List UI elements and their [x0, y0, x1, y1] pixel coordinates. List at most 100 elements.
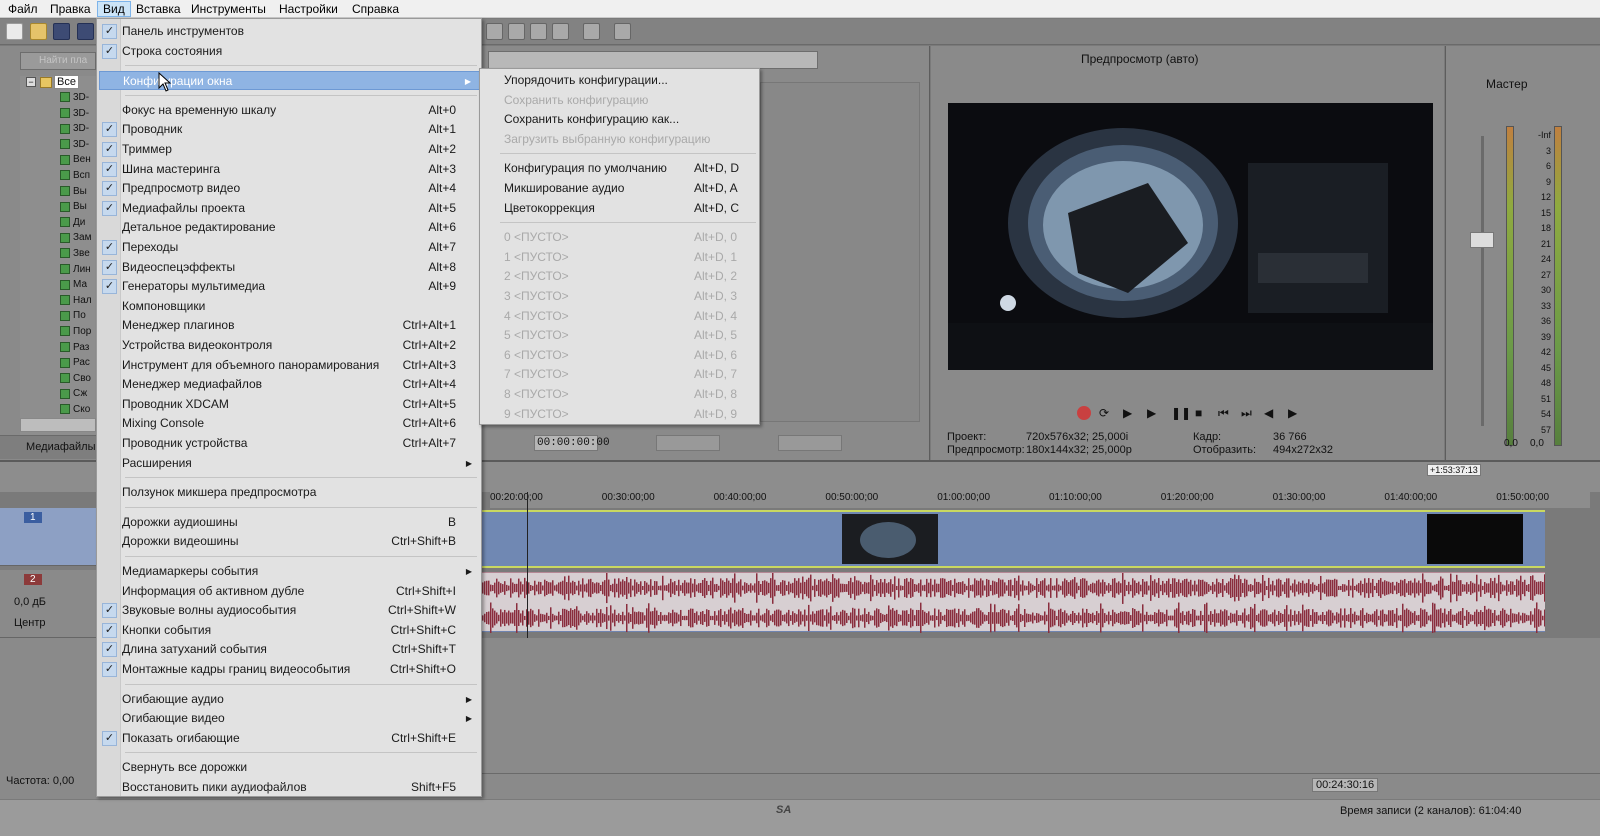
view-menu-item[interactable]: Инструмент для объемного панорамирования…: [99, 356, 480, 375]
envelope-tool-icon[interactable]: [508, 23, 525, 40]
go-to-end-icon[interactable]: ⏭: [1241, 406, 1255, 420]
audio-track-header[interactable]: 2 0,0 дБ Центр: [0, 570, 97, 638]
tree-item[interactable]: Лин: [60, 264, 91, 279]
tree-item[interactable]: 3D-: [60, 139, 89, 154]
tree-item[interactable]: Рас: [60, 357, 90, 372]
view-menu-item[interactable]: Ползунок микшера предпросмотра: [99, 483, 480, 502]
view-menu-item[interactable]: ✓ Строка состояния: [99, 42, 480, 61]
tree-item[interactable]: 3D-: [60, 92, 89, 107]
time-ruler[interactable]: 00:20:00;00 00:30:00;00 00:40:00;00 00:50:0…: [490, 492, 1590, 508]
stop-icon[interactable]: ■: [1195, 406, 1209, 420]
view-menu-item[interactable]: Восстановить пики аудиофайлов Shift+F5: [99, 778, 480, 797]
view-menu-item[interactable]: Менеджер медиафайлов Ctrl+Alt+4: [99, 375, 480, 394]
whats-this-icon[interactable]: [614, 23, 631, 40]
tree-item[interactable]: 3D-: [60, 108, 89, 123]
view-menu-item[interactable]: Устройства видеоконтроля Ctrl+Alt+2: [99, 336, 480, 355]
go-to-start-icon[interactable]: ⏮: [1218, 406, 1232, 420]
tree-item[interactable]: Раз: [60, 342, 89, 357]
zoom-tool-icon[interactable]: [552, 23, 569, 40]
menu-edit[interactable]: Правка: [45, 1, 96, 17]
tree-item[interactable]: Вы: [60, 186, 87, 201]
tree-root[interactable]: − Все: [26, 75, 79, 92]
tree-item[interactable]: По: [60, 310, 86, 325]
view-menu-item[interactable]: ✓ Видеоспецэффекты Alt+8: [99, 258, 480, 277]
view-menu-item[interactable]: Проводник XDCAM Ctrl+Alt+5: [99, 395, 480, 414]
selection-tool-icon[interactable]: [530, 23, 547, 40]
view-menu-item[interactable]: Детальное редактирование Alt+6: [99, 218, 480, 237]
tree-item[interactable]: Сво: [60, 373, 91, 388]
trimmer-dropdown[interactable]: [488, 51, 818, 69]
video-track-header[interactable]: 1: [0, 508, 97, 566]
tree-item[interactable]: Зам: [60, 232, 91, 247]
view-menu-item[interactable]: ✓ Медиафайлы проекта Alt+5: [99, 199, 480, 218]
tab-media[interactable]: Медиафайлы: [26, 441, 95, 453]
loop-icon[interactable]: ⟳: [1099, 406, 1113, 420]
video-event-end[interactable]: [1427, 514, 1523, 564]
menu-settings[interactable]: Настройки: [274, 1, 343, 17]
explorer-scrollbar[interactable]: [20, 418, 96, 432]
save-as-icon[interactable]: [77, 23, 94, 40]
play-icon[interactable]: ▶: [1147, 406, 1161, 420]
properties-icon[interactable]: [583, 23, 600, 40]
menu-view[interactable]: Вид: [97, 1, 131, 17]
view-menu-item[interactable]: ✓ Звуковые волны аудиособытия Ctrl+Shift+W: [99, 601, 480, 620]
tree-item[interactable]: Вен: [60, 154, 91, 169]
window-config-item[interactable]: Конфигурация по умолчанию Alt+D, D: [482, 159, 758, 178]
tree-item[interactable]: Сж: [60, 388, 87, 403]
view-menu-item[interactable]: Проводник устройства Ctrl+Alt+7: [99, 434, 480, 453]
view-menu-item[interactable]: Mixing Console Ctrl+Alt+6: [99, 414, 480, 433]
tree-item[interactable]: Зве: [60, 248, 90, 263]
view-menu-item[interactable]: Расширения ▶: [99, 454, 480, 473]
tree-item[interactable]: Ди: [60, 217, 85, 232]
pause-icon[interactable]: ❚❚: [1171, 406, 1191, 420]
view-menu-item[interactable]: Свернуть все дорожки: [99, 758, 480, 777]
preview-mode-select[interactable]: Предпросмотр (авто): [1081, 52, 1199, 66]
new-project-icon[interactable]: [6, 23, 23, 40]
view-menu-item[interactable]: Дорожки видеошины Ctrl+Shift+B: [99, 532, 480, 551]
view-menu-item[interactable]: ✓ Шина мастеринга Alt+3: [99, 160, 480, 179]
record-icon[interactable]: [1077, 406, 1091, 420]
view-menu-item[interactable]: ✓ Триммер Alt+2: [99, 140, 480, 159]
view-menu-item[interactable]: Дорожки аудиошины B: [99, 513, 480, 532]
view-menu-item[interactable]: Информация об активном дубле Ctrl+Shift+I: [99, 582, 480, 601]
view-menu-item[interactable]: Конфигурации окна ▶: [99, 71, 480, 91]
view-menu-item[interactable]: Огибающие видео ▶: [99, 709, 480, 728]
collapse-icon[interactable]: −: [26, 77, 36, 88]
next-frame-icon[interactable]: ▶: [1288, 406, 1302, 420]
menu-insert[interactable]: Вставка: [131, 1, 186, 17]
menu-help[interactable]: Справка: [347, 1, 404, 17]
view-menu-item[interactable]: ✓ Показать огибающие Ctrl+Shift+E: [99, 729, 480, 748]
view-menu-item[interactable]: ✓ Кнопки события Ctrl+Shift+C: [99, 621, 480, 640]
view-menu-item[interactable]: Фокус на временную шкалу Alt+0: [99, 101, 480, 120]
open-folder-icon[interactable]: [30, 23, 47, 40]
tree-item[interactable]: Ско: [60, 404, 90, 419]
master-fader[interactable]: [1470, 232, 1494, 248]
view-menu-item[interactable]: Менеджер плагинов Ctrl+Alt+1: [99, 316, 480, 335]
menu-file[interactable]: Файл: [3, 1, 43, 17]
previous-frame-icon[interactable]: ◀: [1264, 406, 1278, 420]
window-config-item[interactable]: Цветокоррекция Alt+D, C: [482, 199, 758, 218]
view-menu-item[interactable]: ✓ Длина затуханий события Ctrl+Shift+T: [99, 640, 480, 659]
window-config-item[interactable]: Микширование аудио Alt+D, A: [482, 179, 758, 198]
tree-item[interactable]: Пор: [60, 326, 91, 341]
play-from-start-icon[interactable]: ▶: [1123, 406, 1137, 420]
view-menu-item[interactable]: ✓ Проводник Alt+1: [99, 120, 480, 139]
view-menu-item[interactable]: ✓ Генераторы мультимедиа Alt+9: [99, 277, 480, 296]
view-menu-item[interactable]: ✓ Предпросмотр видео Alt+4: [99, 179, 480, 198]
edit-tool-icon[interactable]: [486, 23, 503, 40]
video-event-thumb[interactable]: [842, 514, 938, 564]
view-menu-item[interactable]: ✓ Монтажные кадры границ видеособытия Ctrl…: [99, 660, 480, 679]
audio-track[interactable]: [480, 572, 1546, 634]
tree-item[interactable]: Вы: [60, 201, 87, 216]
menu-tools[interactable]: Инструменты: [186, 1, 271, 17]
view-menu-item[interactable]: Медиамаркеры события ▶: [99, 562, 480, 581]
tree-item[interactable]: Ма: [60, 279, 87, 294]
view-menu-item[interactable]: Компоновщики: [99, 297, 480, 316]
view-menu-item[interactable]: ✓ Панель инструментов: [99, 22, 480, 41]
explorer-search-input[interactable]: Найти пла: [20, 52, 96, 70]
view-menu-item[interactable]: ✓ Переходы Alt+7: [99, 238, 480, 257]
window-config-item[interactable]: Сохранить конфигурацию как...: [482, 110, 758, 129]
view-menu-item[interactable]: Огибающие аудио ▶: [99, 690, 480, 709]
window-config-item[interactable]: Упорядочить конфигурации...: [482, 71, 758, 90]
tree-item[interactable]: Нал: [60, 295, 92, 310]
